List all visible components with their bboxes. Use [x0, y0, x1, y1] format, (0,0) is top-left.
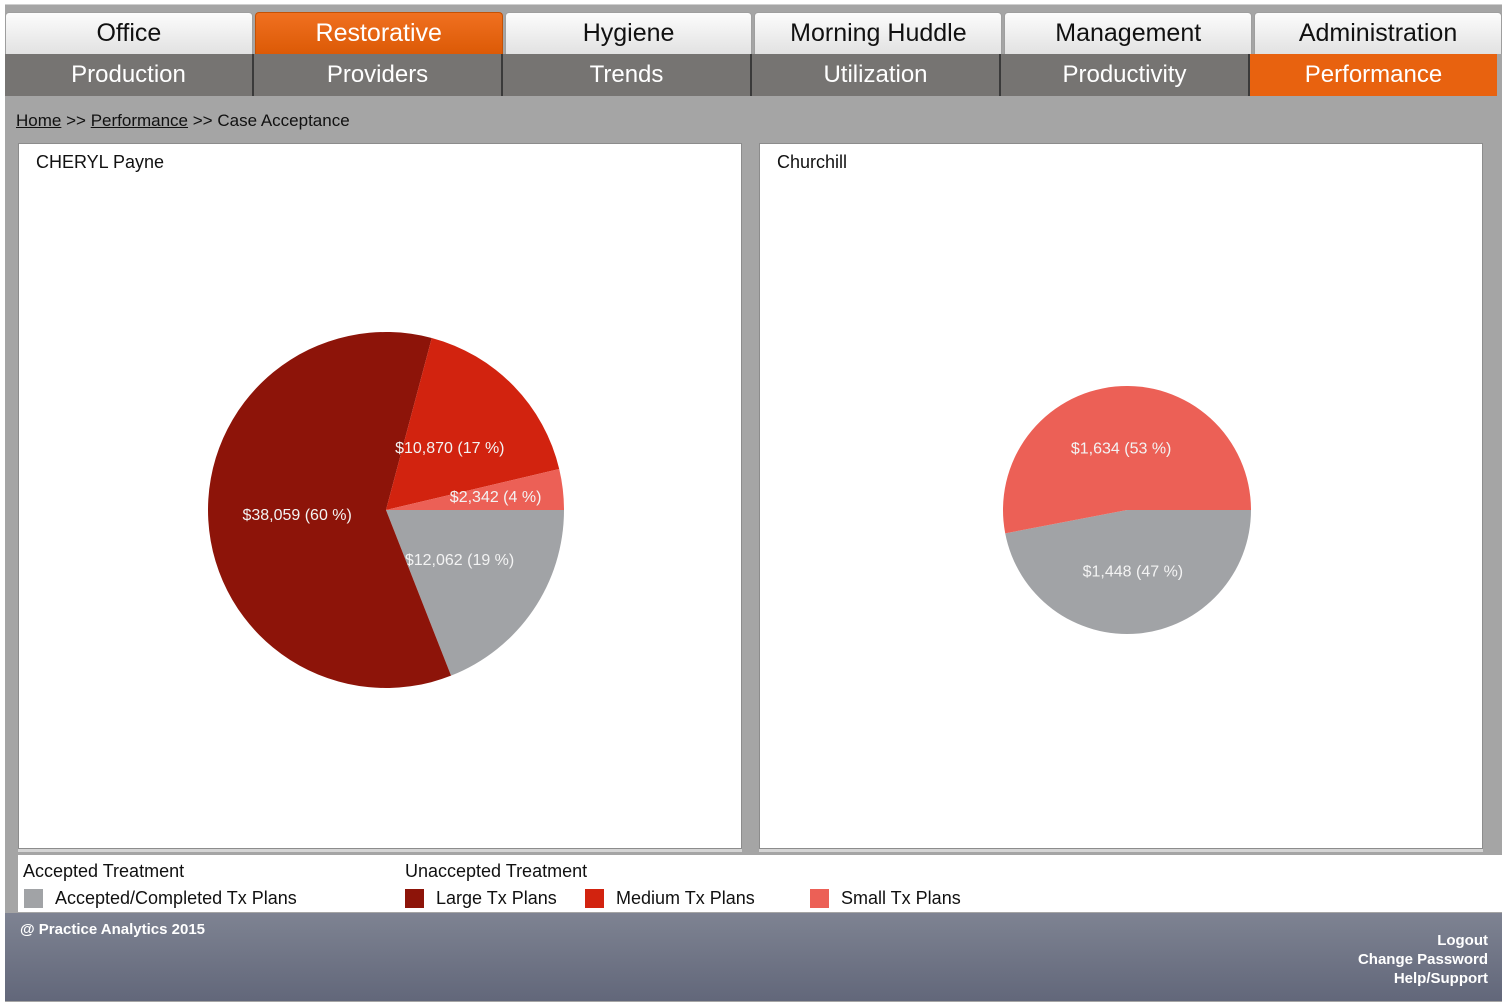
- change-password-link[interactable]: Change Password: [1358, 950, 1488, 969]
- tab-trends[interactable]: Trends: [503, 54, 752, 96]
- tab-performance[interactable]: Performance: [1250, 54, 1497, 96]
- pie-slice-data-label: $1,448 (47 %): [1083, 564, 1184, 581]
- pie-slice-data-label: $12,062 (19 %): [405, 552, 514, 569]
- legend-swatch: [24, 889, 43, 908]
- panel-divider: [18, 849, 742, 852]
- tab-production[interactable]: Production: [5, 54, 254, 96]
- copyright-text: @ Practice Analytics 2015: [20, 921, 206, 938]
- sub-nav: Production Providers Trends Utilization …: [5, 54, 1497, 96]
- legend-item-accepted: Accepted/Completed Tx Plans: [24, 888, 297, 909]
- tab-utilization[interactable]: Utilization: [752, 54, 1001, 96]
- tab-morning-huddle[interactable]: Morning Huddle: [754, 12, 1003, 54]
- legend-heading-unaccepted: Unaccepted Treatment: [405, 861, 588, 881]
- legend-label: Small Tx Plans: [841, 888, 961, 908]
- legend-label: Large Tx Plans: [436, 888, 557, 908]
- legend-label: Accepted/Completed Tx Plans: [55, 888, 297, 908]
- legend-swatch: [405, 889, 424, 908]
- tab-office[interactable]: Office: [5, 12, 253, 54]
- tab-hygiene[interactable]: Hygiene: [504, 12, 753, 54]
- chart-panel-churchill: Churchill $1,448 (47 %) $1,634 (53 %): [759, 143, 1483, 849]
- legend-item-medium: Medium Tx Plans: [585, 888, 755, 909]
- tab-restorative[interactable]: Restorative: [254, 12, 503, 54]
- breadcrumb-performance-link[interactable]: Performance: [91, 111, 188, 130]
- breadcrumb-separator: >>: [192, 111, 213, 130]
- chart-panel-cheryl-payne: CHERYL Payne $12,062 (19 %) $38,059 (60 %…: [18, 143, 742, 849]
- legend-swatch: [810, 889, 829, 908]
- pie-slice-data-label: $2,342 (4 %): [450, 489, 542, 506]
- footer: @ Practice Analytics 2015 Logout Change …: [5, 913, 1502, 1001]
- pie-chart-cheryl-payne: $12,062 (19 %) $38,059 (60 %) $10,870 (17 …: [207, 332, 565, 688]
- help-support-link[interactable]: Help/Support: [1358, 969, 1488, 988]
- breadcrumb-home-link[interactable]: Home: [16, 111, 61, 130]
- logout-link[interactable]: Logout: [1358, 931, 1488, 950]
- legend-item-small: Small Tx Plans: [810, 888, 961, 909]
- legend-item-large: Large Tx Plans: [405, 888, 557, 909]
- breadcrumb: Home >> Performance >> Case Acceptance: [16, 111, 350, 131]
- tab-administration[interactable]: Administration: [1254, 12, 1502, 54]
- legend-swatch: [585, 889, 604, 908]
- top-nav: Office Restorative Hygiene Morning Huddl…: [5, 12, 1502, 54]
- breadcrumb-separator: >>: [66, 111, 86, 130]
- tab-management[interactable]: Management: [1004, 12, 1253, 54]
- pie-slice-data-label: $38,059 (60 %): [242, 507, 351, 524]
- breadcrumb-current: Case Acceptance: [217, 111, 350, 130]
- pie-chart-churchill: $1,448 (47 %) $1,634 (53 %): [1003, 385, 1251, 634]
- legend-label: Medium Tx Plans: [616, 888, 755, 908]
- chart-legend: Accepted Treatment Unaccepted Treatment …: [18, 855, 1503, 912]
- pie-slice-data-label: $10,870 (17 %): [395, 440, 504, 457]
- footer-links: Logout Change Password Help/Support: [1358, 931, 1488, 988]
- panel-divider: [759, 849, 1483, 852]
- legend-heading-accepted: Accepted Treatment: [23, 861, 185, 881]
- tab-providers[interactable]: Providers: [254, 54, 503, 96]
- tab-productivity[interactable]: Productivity: [1001, 54, 1250, 96]
- pie-slice-data-label: $1,634 (53 %): [1071, 440, 1172, 457]
